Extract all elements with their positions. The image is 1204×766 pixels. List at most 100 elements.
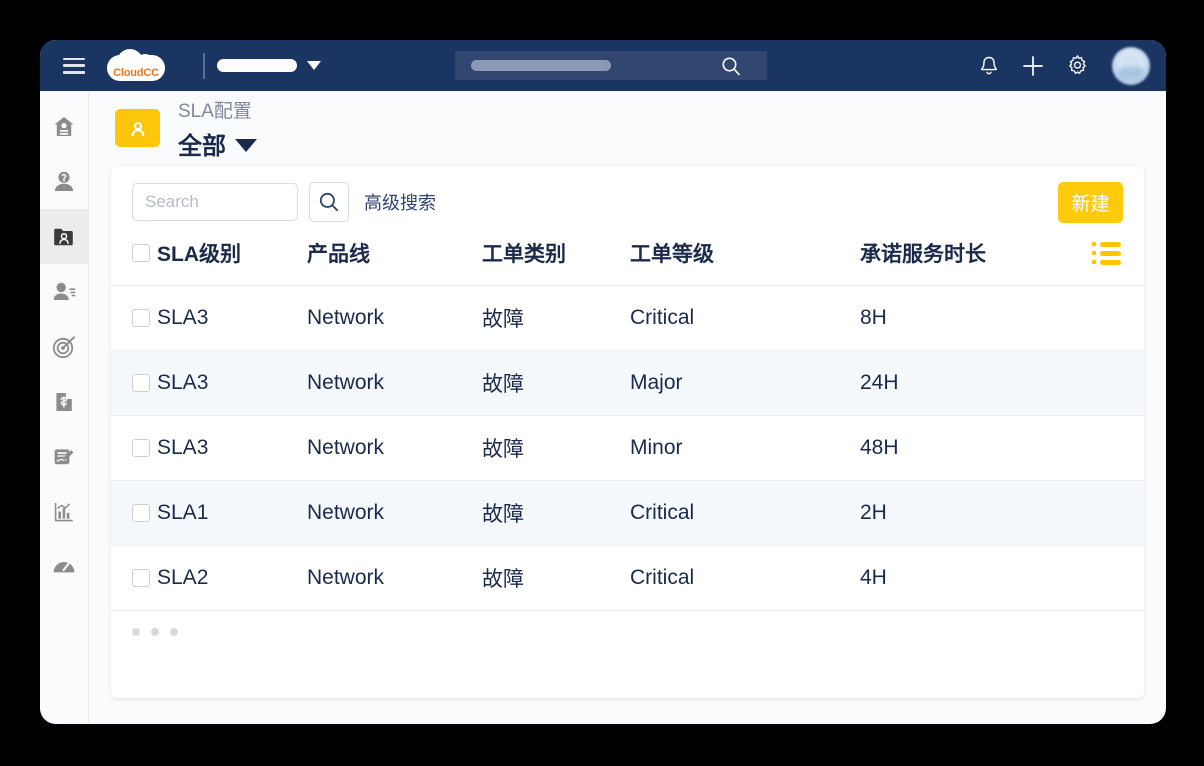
row-checkbox[interactable] (132, 309, 150, 327)
row-checkbox[interactable] (132, 374, 150, 392)
hamburger-icon[interactable] (63, 58, 85, 74)
dollar-document-icon (51, 389, 77, 415)
target-icon (51, 334, 77, 360)
bell-icon[interactable] (976, 53, 1002, 79)
row-checkbox[interactable] (132, 504, 150, 522)
main-content: SLA配置 全部 高级搜索 (89, 91, 1166, 724)
column-header-ticket-type[interactable]: 工单类别 (482, 238, 630, 286)
global-search-placeholder (471, 60, 611, 71)
page-title: 全部 (178, 126, 226, 161)
cell-ticket-grade: Critical (630, 286, 860, 351)
cloudcc-logo[interactable]: CloudCC (107, 47, 165, 85)
sidebar (40, 91, 89, 724)
cell-spacer (1092, 416, 1144, 481)
table-header: SLA级别 产品线 工单类别 工单等级 承诺服务时长 (111, 238, 1144, 286)
user-avatar[interactable] (1112, 47, 1150, 85)
chevron-down-icon (235, 139, 257, 152)
folder-person-icon (51, 224, 77, 250)
select-all-checkbox[interactable] (132, 244, 150, 262)
logo-text: CloudCC (107, 67, 165, 79)
advanced-search-link[interactable]: 高级搜索 (364, 189, 436, 215)
page-titles: SLA配置 全部 (178, 100, 257, 161)
table-row[interactable]: SLA1Network故障Critical2H (111, 481, 1144, 546)
column-header-product-line[interactable]: 产品线 (307, 238, 482, 286)
sidebar-item-contacts[interactable] (40, 264, 88, 319)
page-header: SLA配置 全部 (111, 100, 1144, 166)
sidebar-item-notes[interactable] (40, 429, 88, 484)
chevron-down-icon (307, 61, 321, 70)
cell-service-time: 48H (860, 416, 1092, 481)
sla-table: SLA级别 产品线 工单类别 工单等级 承诺服务时长 (111, 238, 1144, 611)
cell-service-time: 4H (860, 546, 1092, 611)
pagination-dots (111, 611, 1144, 636)
table-row[interactable]: SLA3Network故障Minor48H (111, 416, 1144, 481)
cell-sla-level: SLA3 (157, 286, 307, 351)
list-card: 高级搜索 新建 SLA级别 产品线 工单类别 工单等级 承诺 (111, 166, 1144, 698)
view-selector[interactable]: 全部 (178, 126, 257, 161)
row-select-cell (111, 286, 157, 351)
object-folder-person-icon (115, 109, 160, 147)
table-header-row: SLA级别 产品线 工单类别 工单等级 承诺服务时长 (111, 238, 1144, 286)
cell-ticket-grade: Minor (630, 416, 860, 481)
plus-icon[interactable] (1020, 53, 1046, 79)
question-person-icon (51, 169, 77, 195)
list-toolbar: 高级搜索 新建 (111, 166, 1144, 238)
cell-ticket-type: 故障 (482, 546, 630, 611)
cell-ticket-grade: Critical (630, 481, 860, 546)
cell-service-time: 8H (860, 286, 1092, 351)
sidebar-item-sla-config[interactable] (40, 209, 88, 264)
list-settings-icon[interactable] (1092, 242, 1144, 265)
sidebar-item-help[interactable] (40, 154, 88, 209)
cell-ticket-type: 故障 (482, 481, 630, 546)
search-icon (318, 191, 340, 213)
row-select-cell (111, 351, 157, 416)
sidebar-item-reports[interactable] (40, 484, 88, 539)
search-button[interactable] (309, 182, 349, 222)
search-input[interactable] (132, 183, 298, 221)
cell-product-line: Network (307, 416, 482, 481)
table-body: SLA3Network故障Critical8HSLA3Network故障Majo… (111, 286, 1144, 611)
cell-spacer (1092, 286, 1144, 351)
pagination-dot[interactable] (132, 628, 140, 636)
row-checkbox[interactable] (132, 439, 150, 457)
table-row[interactable]: SLA3Network故障Critical8H (111, 286, 1144, 351)
cell-sla-level: SLA1 (157, 481, 307, 546)
search-icon (721, 56, 741, 76)
gear-icon[interactable] (1064, 53, 1090, 79)
home-person-icon (51, 114, 77, 140)
topbar-divider (203, 53, 205, 79)
row-select-cell (111, 546, 157, 611)
bar-chart-icon (51, 499, 77, 525)
table-row[interactable]: SLA3Network故障Major24H (111, 351, 1144, 416)
new-button[interactable]: 新建 (1058, 182, 1123, 223)
global-search-input[interactable] (455, 51, 767, 80)
column-header-ticket-grade[interactable]: 工单等级 (630, 238, 860, 286)
app-body: SLA配置 全部 高级搜索 (40, 91, 1166, 724)
person-lines-icon (51, 279, 77, 305)
cell-sla-level: SLA2 (157, 546, 307, 611)
sidebar-item-dashboard[interactable] (40, 539, 88, 594)
select-all-cell (111, 238, 157, 286)
pagination-dot[interactable] (151, 628, 159, 636)
table-row[interactable]: SLA2Network故障Critical4H (111, 546, 1144, 611)
cell-service-time: 24H (860, 351, 1092, 416)
row-select-cell (111, 416, 157, 481)
cell-spacer (1092, 351, 1144, 416)
org-selector-value (217, 59, 297, 72)
cell-sla-level: SLA3 (157, 351, 307, 416)
cell-spacer (1092, 546, 1144, 611)
pagination-dot[interactable] (170, 628, 178, 636)
breadcrumb: SLA配置 (178, 100, 257, 124)
row-checkbox[interactable] (132, 569, 150, 587)
cell-ticket-type: 故障 (482, 351, 630, 416)
sidebar-item-targets[interactable] (40, 319, 88, 374)
column-settings-cell (1092, 238, 1144, 286)
sidebar-item-home[interactable] (40, 99, 88, 154)
cell-product-line: Network (307, 481, 482, 546)
sidebar-item-billing[interactable] (40, 374, 88, 429)
column-header-service-time[interactable]: 承诺服务时长 (860, 238, 1092, 286)
column-header-sla-level[interactable]: SLA级别 (157, 238, 307, 286)
cell-sla-level: SLA3 (157, 416, 307, 481)
topbar-actions (976, 40, 1150, 91)
org-selector[interactable] (217, 59, 321, 72)
